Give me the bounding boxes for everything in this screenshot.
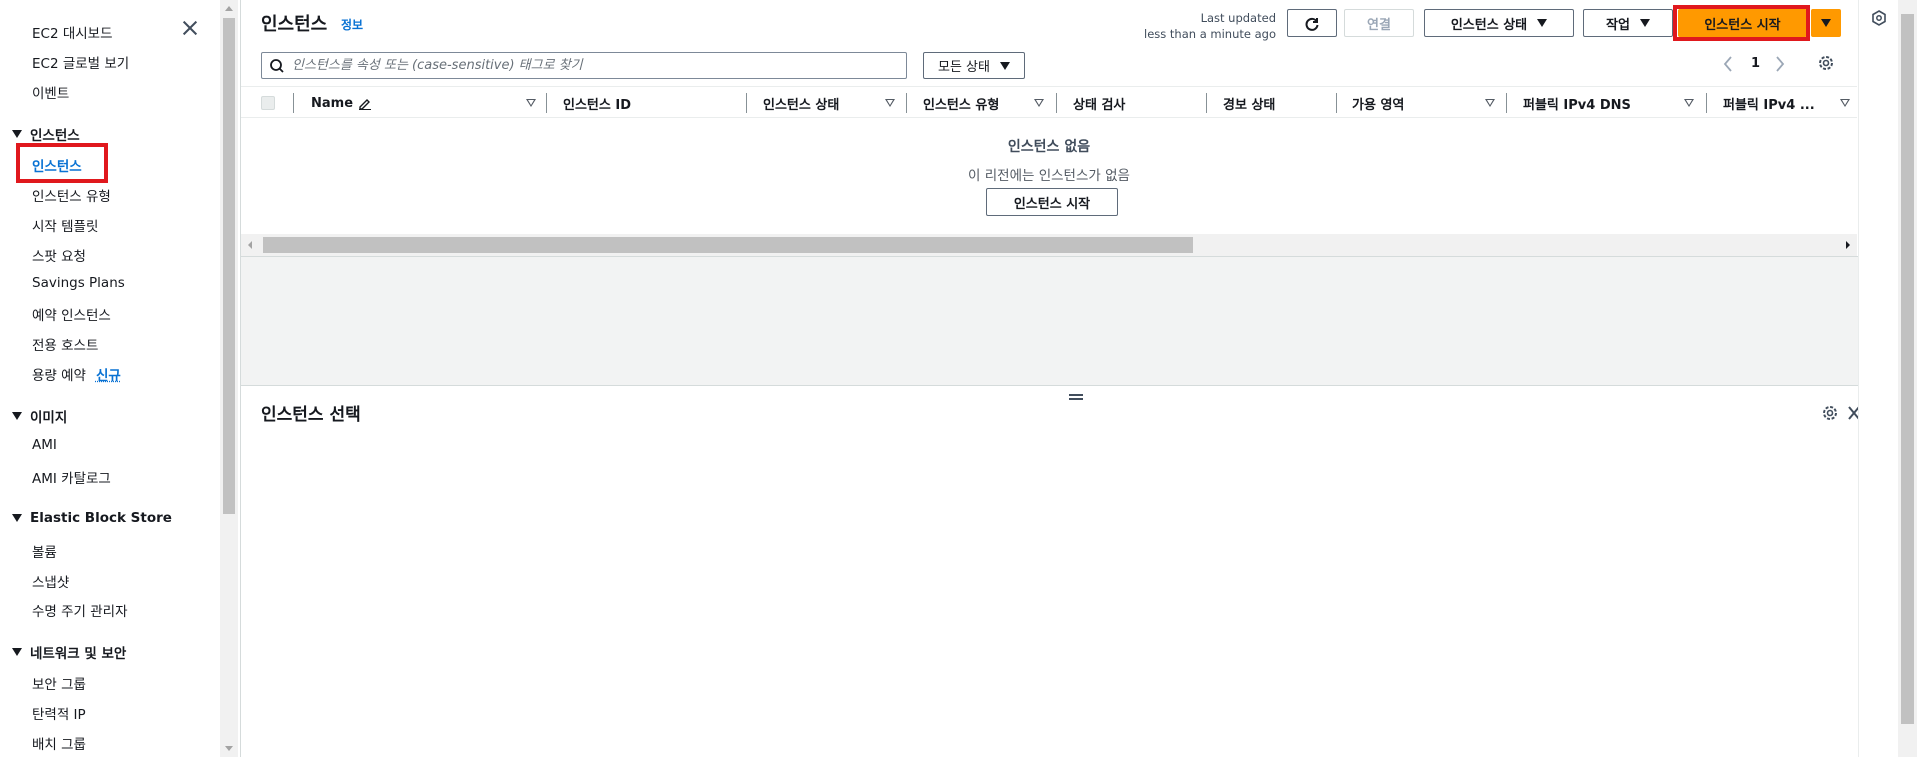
column-header-name[interactable]: Name [311, 87, 536, 119]
search-field[interactable] [261, 52, 907, 79]
right-utility-rail [1858, 0, 1898, 757]
column-header-instance-id[interactable]: 인스턴스 ID [563, 87, 631, 119]
new-badge[interactable]: 신규 [96, 368, 121, 384]
sidebar-item-instance-types[interactable]: 인스턴스 유형 [32, 185, 111, 205]
sidebar-item-lifecycle-manager[interactable]: 수명 주기 관리자 [32, 600, 128, 620]
close-icon[interactable] [180, 18, 200, 38]
split-panel: 인스턴스 선택 [241, 385, 1860, 757]
scroll-right-icon[interactable] [1844, 240, 1852, 250]
filter-icon[interactable] [1485, 99, 1495, 107]
drag-handle-icon[interactable] [1069, 392, 1083, 402]
caret-down-icon [1639, 19, 1650, 27]
page-title: 인스턴스 [261, 14, 328, 35]
sidebar-section-instances[interactable]: 인스턴스 [12, 124, 80, 144]
sidebar-item-events[interactable]: 이벤트 [32, 82, 69, 102]
scroll-down-icon[interactable] [225, 746, 233, 751]
sidebar-item-ec2-global-view[interactable]: EC2 글로벌 보기 [32, 52, 129, 72]
empty-launch-instances-button[interactable]: 인스턴스 시작 [986, 188, 1118, 216]
sidebar-item-spot-requests[interactable]: 스팟 요청 [32, 245, 86, 265]
info-link[interactable]: 정보 [341, 16, 363, 33]
search-icon [270, 58, 284, 73]
sidebar-item-ec2-dashboard[interactable]: EC2 대시보드 [32, 22, 113, 42]
sidebar-item-placement-groups[interactable]: 배치 그룹 [32, 733, 86, 753]
sidebar-section-images[interactable]: 이미지 [12, 406, 67, 426]
sidebar-item-launch-templates[interactable]: 시작 템플릿 [32, 215, 98, 235]
split-panel-settings-icon[interactable] [1821, 404, 1839, 422]
last-updated: Last updated less than a minute ago [1144, 11, 1276, 41]
sidebar-nav: EC2 대시보드 EC2 글로벌 보기 이벤트 인스턴스 인스턴스 인스턴스 유… [0, 0, 220, 757]
scrollbar-thumb[interactable] [263, 237, 1193, 253]
sidebar-item-elastic-ips[interactable]: 탄력적 IP [32, 703, 86, 723]
caret-down-icon [999, 61, 1010, 70]
filter-icon[interactable] [1840, 99, 1850, 107]
sidebar-item-capacity-reservations[interactable]: 용량 예약 신규 [32, 364, 121, 384]
empty-state-description: 이 리전에는 인스턴스가 없음 [968, 168, 1130, 184]
sidebar-item-snapshots[interactable]: 스냅샷 [32, 571, 69, 591]
refresh-icon [1305, 17, 1319, 31]
scrollbar-thumb[interactable] [1901, 14, 1914, 724]
sidebar-item-savings-plans[interactable]: Savings Plans [32, 275, 125, 291]
sidebar-item-ami[interactable]: AMI [32, 437, 57, 453]
column-header-public-ipv4[interactable]: 퍼블릭 IPv4 ... [1723, 87, 1850, 119]
empty-state-title: 인스턴스 없음 [1007, 139, 1091, 155]
settings-gear-icon[interactable] [1817, 54, 1835, 72]
sidebar-item-dedicated-hosts[interactable]: 전용 호스트 [32, 334, 98, 354]
column-header-instance-type[interactable]: 인스턴스 유형 [923, 87, 1044, 119]
caret-down-icon [12, 514, 22, 522]
scrollbar-thumb[interactable] [223, 18, 235, 514]
prev-page-icon[interactable] [1721, 54, 1735, 74]
filter-icon[interactable] [885, 99, 895, 107]
table-horizontal-scrollbar[interactable] [241, 234, 1857, 256]
highlight-box [1673, 5, 1810, 41]
pencil-icon [359, 99, 372, 110]
sidebar-section-ebs[interactable]: Elastic Block Store [12, 510, 172, 526]
filter-icon[interactable] [526, 99, 536, 107]
filter-icon[interactable] [1034, 99, 1044, 107]
ec2-console: EC2 대시보드 EC2 글로벌 보기 이벤트 인스턴스 인스턴스 인스턴스 유… [0, 0, 1917, 757]
scroll-up-icon[interactable] [225, 6, 233, 11]
sidebar-section-network-security[interactable]: 네트워크 및 보안 [12, 642, 126, 662]
caret-down-icon [12, 412, 22, 420]
main-content: 인스턴스 정보 Last updated less than a minute … [240, 0, 1860, 757]
table-header-row: Name 인스턴스 ID 인스턴스 상태 인스턴스 유형 상태 검사 경보 상태… [241, 86, 1857, 118]
caret-down-icon [1537, 19, 1548, 27]
content-background [241, 256, 1859, 386]
connect-button[interactable]: 연결 [1344, 9, 1414, 37]
split-panel-title: 인스턴스 선택 [261, 405, 361, 425]
filter-icon[interactable] [1684, 99, 1694, 107]
column-header-status-check[interactable]: 상태 검사 [1073, 87, 1125, 119]
launch-options-dropdown[interactable] [1811, 9, 1841, 37]
sidebar-item-ami-catalog[interactable]: AMI 카탈로그 [32, 467, 111, 487]
actions-dropdown[interactable]: 작업 [1583, 9, 1673, 37]
column-header-availability-zone[interactable]: 가용 영역 [1352, 87, 1495, 119]
sidebar-scrollbar[interactable] [220, 0, 238, 757]
refresh-button[interactable] [1287, 9, 1337, 37]
sidebar-item-volumes[interactable]: 볼륨 [32, 541, 57, 561]
instances-table: Name 인스턴스 ID 인스턴스 상태 인스턴스 유형 상태 검사 경보 상태… [241, 86, 1857, 256]
page-scrollbar[interactable] [1898, 0, 1917, 757]
next-page-icon[interactable] [1773, 54, 1787, 74]
caret-down-icon [12, 130, 22, 138]
page-number[interactable]: 1 [1751, 56, 1760, 71]
column-header-instance-state[interactable]: 인스턴스 상태 [763, 87, 895, 119]
sidebar-item-security-groups[interactable]: 보안 그룹 [32, 673, 86, 693]
highlight-box [16, 143, 108, 183]
help-panel-icon[interactable] [1871, 10, 1887, 26]
state-filter-select[interactable]: 모든 상태 [923, 52, 1025, 79]
caret-down-icon [1821, 19, 1831, 27]
column-header-alarm-status[interactable]: 경보 상태 [1223, 87, 1275, 119]
search-input[interactable] [292, 58, 906, 73]
scroll-left-icon[interactable] [246, 240, 254, 250]
instance-state-dropdown[interactable]: 인스턴스 상태 [1424, 9, 1574, 37]
column-header-public-ipv4-dns[interactable]: 퍼블릭 IPv4 DNS [1523, 87, 1694, 119]
sidebar-item-reserved-instances[interactable]: 예약 인스턴스 [32, 304, 111, 324]
select-all-checkbox[interactable] [261, 96, 275, 110]
caret-down-icon [12, 648, 22, 656]
